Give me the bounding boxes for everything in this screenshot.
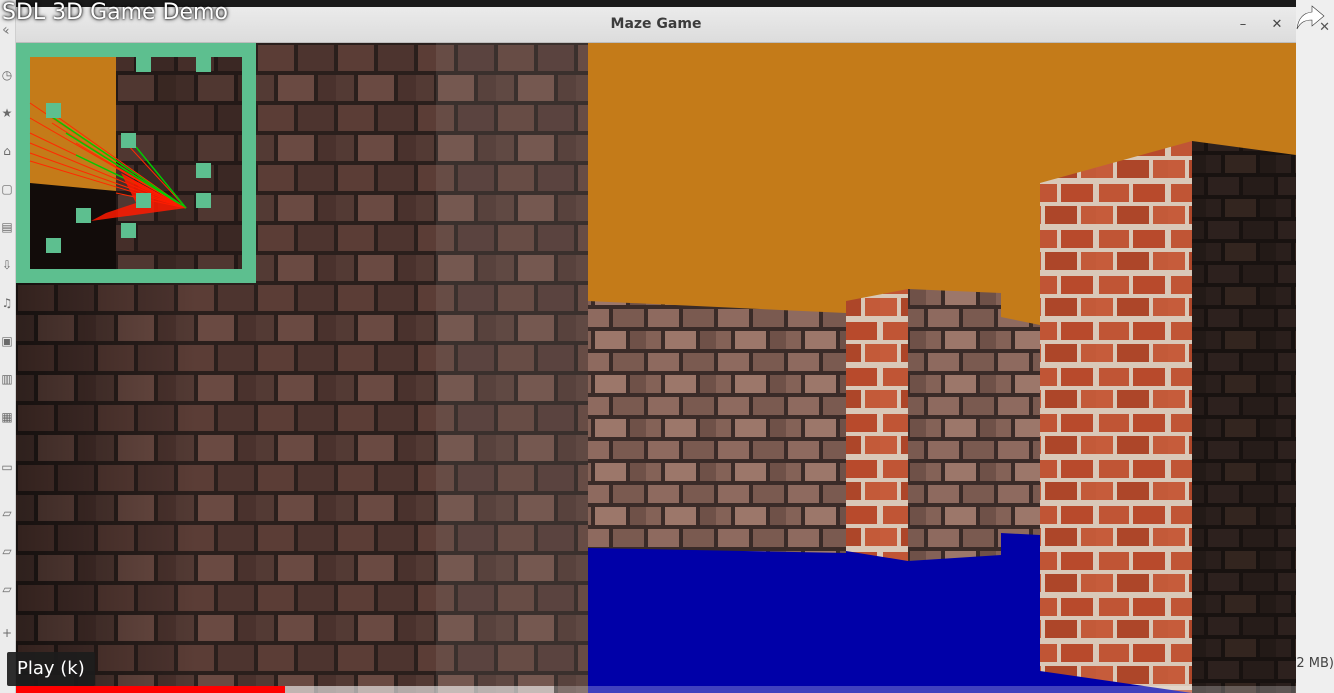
minimap-block — [121, 133, 136, 148]
minimap-block — [196, 193, 211, 208]
play-tooltip: Play (k) — [7, 652, 95, 686]
video-title[interactable]: SDL 3D Game Demo — [2, 0, 228, 25]
video-icon[interactable]: ▥ — [0, 372, 14, 386]
folder-icon[interactable]: ▱ — [0, 544, 14, 558]
close-icon: ✕ — [1271, 17, 1283, 32]
folder-icon[interactable]: ▱ — [0, 582, 14, 596]
progress-played — [16, 686, 285, 693]
minimize-button[interactable]: – — [1232, 14, 1254, 36]
clock-icon[interactable]: ◷ — [0, 68, 14, 82]
document-icon[interactable]: ▤ — [0, 220, 14, 234]
star-icon[interactable]: ★ — [0, 106, 14, 120]
far-wall — [588, 301, 846, 553]
red-pillar-front — [846, 289, 908, 561]
progress-hover — [284, 686, 554, 693]
add-icon[interactable]: + — [0, 626, 14, 640]
game-viewport[interactable] — [16, 43, 1296, 693]
minimap-block — [136, 193, 151, 208]
download-icon[interactable]: ⇩ — [0, 258, 14, 272]
music-icon[interactable]: ♫ — [0, 296, 14, 310]
trash-icon[interactable]: ▦ — [0, 410, 14, 424]
home-icon[interactable]: ⌂ — [0, 144, 14, 158]
minimap — [16, 43, 256, 283]
share-arrow-icon[interactable] — [1294, 0, 1328, 34]
folder-icon[interactable]: ▢ — [0, 182, 14, 196]
drive-icon[interactable]: ▭ — [0, 460, 14, 474]
background-sidebar: ‹ ◷ ★ ⌂ ▢ ▤ ⇩ ♫ ▣ ▥ ▦ ▭ ▱ ▱ ▱ + — [0, 0, 16, 693]
image-icon[interactable]: ▣ — [0, 334, 14, 348]
minimap-block — [46, 103, 61, 118]
minimap-block — [46, 238, 61, 253]
video-progress-bar[interactable] — [16, 686, 1296, 693]
minimize-icon: – — [1239, 17, 1247, 32]
mid-wall — [1001, 317, 1040, 535]
file-size-label: 2 MB) — [1296, 656, 1334, 671]
minimap-block — [76, 208, 91, 223]
minimap-block — [136, 57, 151, 72]
minimap-block — [196, 163, 211, 178]
red-pillar-side — [908, 289, 1001, 561]
right-wall-front — [1040, 141, 1192, 693]
maze-game-window: Maze Game – ✕ — [16, 7, 1296, 693]
right-wall-side — [1192, 141, 1296, 693]
minimap-block — [196, 57, 211, 72]
minimap-block — [121, 223, 136, 238]
folder-icon[interactable]: ▱ — [0, 506, 14, 520]
close-button[interactable]: ✕ — [1266, 14, 1288, 36]
background-right-panel: ✕ 2 MB) — [1296, 0, 1334, 693]
